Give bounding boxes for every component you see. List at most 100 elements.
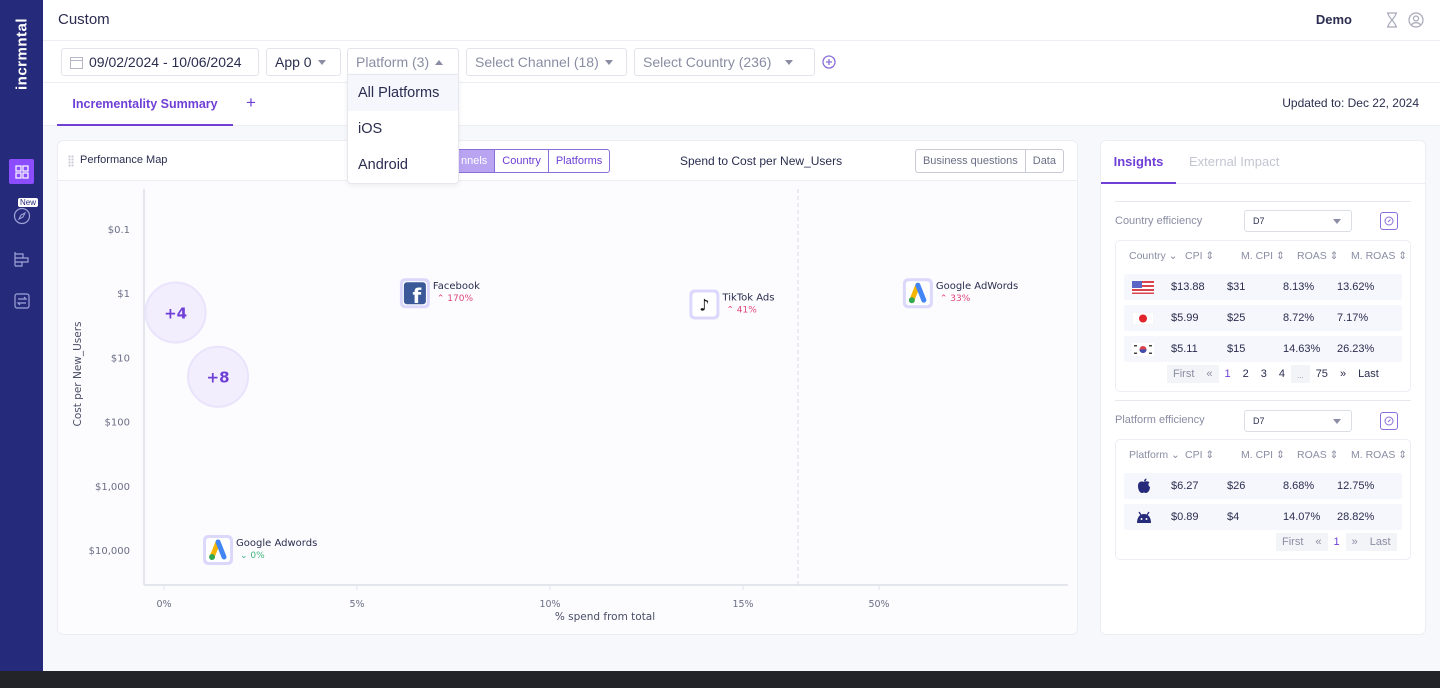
calendar-icon [70, 56, 83, 69]
col-header-mcpi[interactable]: M. CPI ⇕ [1241, 250, 1285, 262]
add-filter-button[interactable] [822, 55, 836, 74]
point-change: ⌃ 170% [437, 294, 474, 304]
performance-map-card: Performance Map nnels Country Platforms … [57, 140, 1078, 635]
platform-window-value: D7 [1253, 416, 1265, 426]
view-toggle: Business questions Data [914, 149, 1064, 173]
tiktok-icon: ♪ [699, 296, 709, 315]
mcpi-value: $31 [1227, 281, 1246, 293]
data-button[interactable]: Data [1024, 150, 1063, 172]
point-change: ⌄ 0% [240, 551, 265, 561]
platform-window-select[interactable]: D7 [1244, 410, 1352, 432]
col-header-cpi[interactable]: CPI ⇕ [1185, 250, 1214, 262]
platform-option-ios[interactable]: iOS [348, 111, 458, 147]
performance-map-header: Performance Map nnels Country Platforms … [58, 141, 1077, 181]
pager-first[interactable]: First [1167, 365, 1201, 383]
chevron-down-icon [785, 59, 794, 65]
chevron-down-icon [1333, 219, 1341, 224]
pager-page-1[interactable]: 1 [1219, 365, 1237, 383]
table-row: $5.11 $15 14.63% 26.23% [1124, 336, 1402, 362]
col-header-mroas[interactable]: M. ROAS ⇕ [1351, 250, 1407, 262]
sidebar-item-reports[interactable] [9, 246, 34, 271]
tab-external-impact[interactable]: External Impact [1189, 154, 1279, 169]
pager-last[interactable]: Last [1352, 365, 1385, 383]
pager-page-4[interactable]: 4 [1273, 365, 1291, 383]
pager-prev[interactable]: « [1309, 533, 1328, 551]
pager-last[interactable]: Last [1363, 533, 1397, 551]
country-pagination: First « 1 2 3 4 ... 75 » Last [1167, 365, 1385, 383]
app-select[interactable]: App 0 [266, 48, 341, 76]
mcpi-value: $25 [1227, 312, 1246, 324]
pager-page-2[interactable]: 2 [1237, 365, 1255, 383]
point-label: Facebook [433, 281, 480, 292]
insights-card: Insights External Impact Country efficie… [1100, 140, 1426, 635]
col-header-platform[interactable]: Platform ⌄ [1129, 449, 1180, 461]
roas-value: 8.13% [1283, 281, 1315, 293]
sidebar-item-dashboard[interactable] [9, 159, 34, 184]
group-by-country[interactable]: Country [494, 150, 548, 172]
cpi-value: $0.89 [1171, 511, 1199, 523]
col-header-roas[interactable]: ROAS ⇕ [1297, 449, 1338, 461]
cluster-count: +8 [207, 369, 230, 387]
app-select-value: App 0 [275, 54, 312, 70]
pager-prev[interactable]: « [1200, 365, 1219, 383]
pager-page-1[interactable]: 1 [1328, 533, 1346, 551]
top-bar: Custom Demo [43, 0, 1440, 41]
cpi-value: $6.27 [1171, 480, 1199, 492]
new-badge: New [18, 198, 39, 207]
group-by-channels[interactable]: nnels [454, 150, 495, 172]
roas-value: 14.07% [1283, 511, 1321, 523]
country-settings-button[interactable] [1380, 212, 1398, 230]
divider [1115, 400, 1411, 401]
compass-icon [1384, 216, 1394, 226]
col-header-cpi[interactable]: CPI ⇕ [1185, 449, 1214, 461]
pager-first[interactable]: First [1276, 533, 1310, 551]
cluster-count: +4 [164, 305, 187, 323]
col-header-mcpi[interactable]: M. CPI ⇕ [1241, 449, 1285, 461]
platform-option-all[interactable]: All Platforms [348, 75, 458, 111]
account-name[interactable]: Demo [1316, 12, 1352, 27]
hourglass-icon[interactable] [1386, 12, 1398, 33]
add-tab-button[interactable]: + [246, 93, 256, 113]
y-tick-label: $10 [111, 353, 130, 364]
user-icon[interactable] [1408, 12, 1424, 33]
business-questions-button[interactable]: Business questions [916, 150, 1025, 172]
pager-page-3[interactable]: 3 [1255, 365, 1273, 383]
pager-ellipsis: ... [1291, 365, 1310, 383]
country-select[interactable]: Select Country (236) [634, 48, 815, 76]
x-tick-label: 50% [868, 599, 889, 610]
android-icon [1137, 511, 1151, 523]
roas-value: 8.72% [1283, 312, 1315, 324]
y-tick-label: $1,000 [95, 482, 130, 493]
platform-option-android[interactable]: Android [348, 147, 458, 183]
col-header-country[interactable]: Country ⌄ [1129, 250, 1177, 262]
chevron-down-icon [1333, 419, 1341, 424]
tab-insights[interactable]: Insights [1101, 154, 1176, 184]
tabs-bar: Incrementality Summary + Updated to: Dec… [43, 83, 1440, 126]
col-header-roas[interactable]: ROAS ⇕ [1297, 250, 1338, 262]
platform-select[interactable]: Platform (3) [347, 48, 459, 76]
tab-incrementality-summary[interactable]: Incrementality Summary [57, 83, 233, 126]
platform-settings-button[interactable] [1380, 412, 1398, 430]
apple-icon [1138, 478, 1150, 493]
x-tick-label: 0% [156, 599, 171, 610]
group-by-platforms[interactable]: Platforms [547, 150, 609, 172]
mroas-value: 26.23% [1337, 343, 1375, 355]
channel-select[interactable]: Select Channel (18) [466, 48, 627, 76]
point-label: TikTok Ads [721, 293, 774, 304]
pager-page-75[interactable]: 75 [1310, 365, 1334, 383]
drag-handle-icon[interactable] [68, 155, 74, 167]
point-label: Google AdWords [936, 281, 1018, 292]
sidebar-item-integrations[interactable] [9, 288, 34, 313]
pager-next[interactable]: » [1334, 365, 1352, 383]
country-window-select[interactable]: D7 [1244, 210, 1352, 232]
table-row: $13.88 $31 8.13% 13.62% [1124, 274, 1402, 300]
scatter-chart: $0.1 $1 $10 $100 $1,000 $10,000 0% 5% 10% 15% 50%%… [72, 189, 1068, 623]
col-header-mroas[interactable]: M. ROAS ⇕ [1351, 449, 1407, 461]
date-range-picker[interactable]: 09/02/2024 - 10/06/2024 [61, 48, 259, 76]
mroas-value: 12.75% [1337, 480, 1375, 492]
google-ads-icon-dot [908, 297, 915, 304]
pager-next[interactable]: » [1345, 533, 1364, 551]
us-flag-icon [1132, 281, 1154, 294]
switch-icon [13, 292, 30, 309]
divider [1115, 201, 1411, 202]
